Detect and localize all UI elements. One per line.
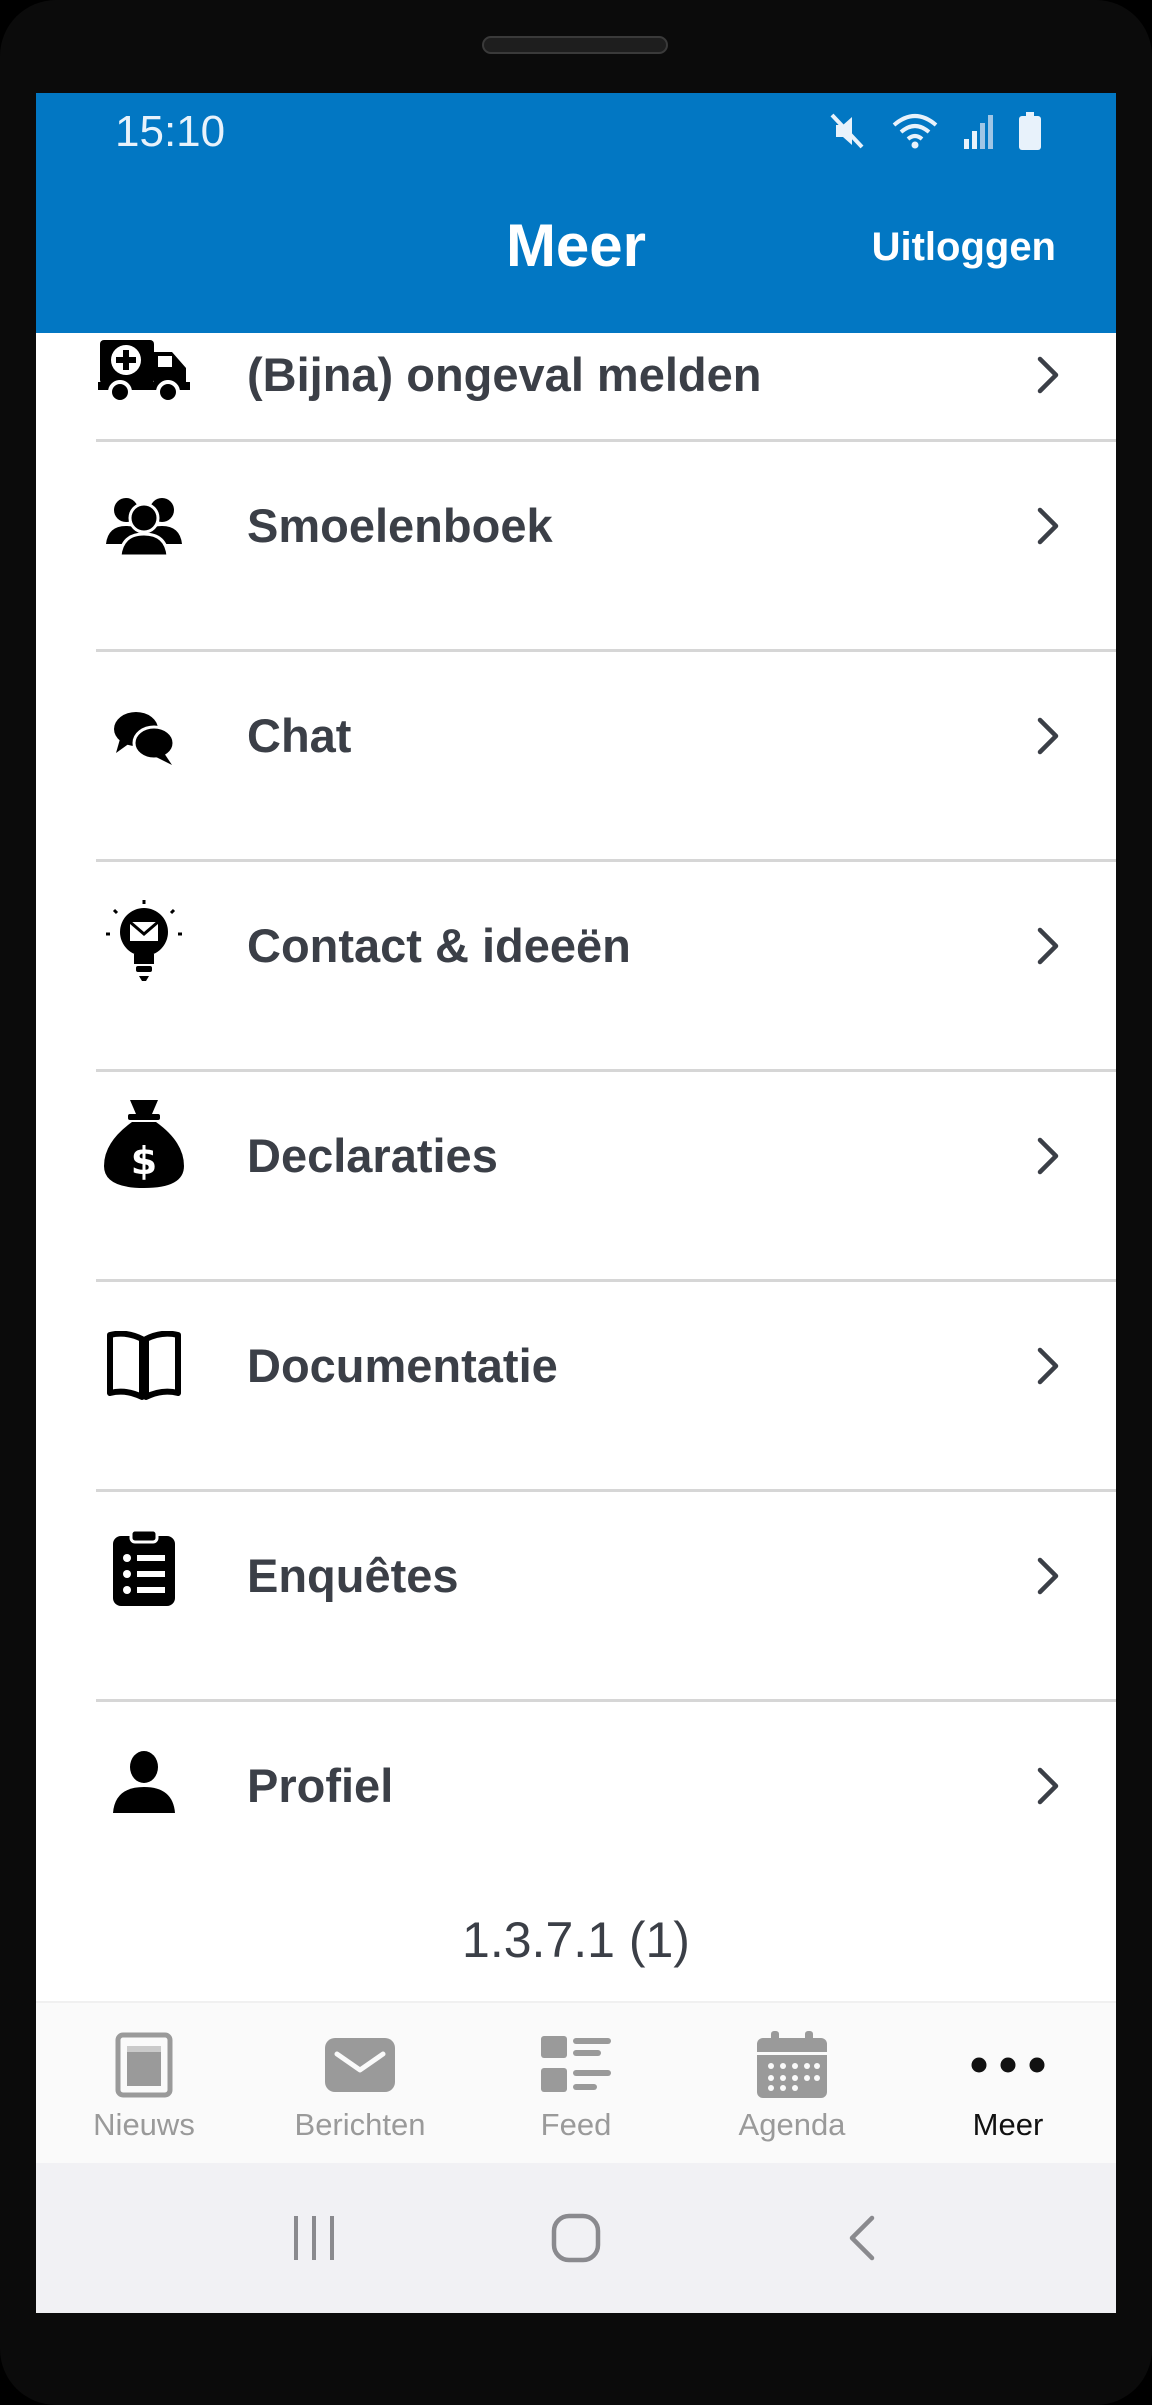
home-button[interactable]: [536, 2203, 616, 2273]
book-icon: [96, 1318, 192, 1414]
signal-icon: [964, 115, 993, 149]
tab-label: Meer: [972, 2107, 1044, 2142]
bottom-tab-bar: Nieuws Berichten Feed Agenda Meer: [36, 2001, 1116, 2163]
more-dots-icon: [968, 2029, 1048, 2101]
battery-icon: [1019, 112, 1041, 150]
chevron-right-icon: [1037, 1557, 1059, 1595]
feed-list-icon: [536, 2029, 616, 2101]
svg-text:$: $: [131, 1139, 157, 1183]
recent-apps-button[interactable]: [274, 2203, 354, 2273]
chevron-right-icon: [1037, 356, 1059, 394]
menu-item-label: Chat: [247, 709, 352, 762]
menu-item-smoelenboek[interactable]: Smoelenboek: [36, 442, 1116, 652]
tab-label: Agenda: [738, 2107, 846, 2142]
app-version: 1.3.7.1 (1): [462, 1912, 690, 1968]
menu-item-label: Documentatie: [247, 1339, 558, 1392]
chevron-right-icon: [1037, 927, 1059, 965]
envelope-icon: [320, 2029, 400, 2101]
menu-item-label: Smoelenboek: [247, 499, 553, 552]
home-icon: [551, 2213, 601, 2263]
status-time: 15:10: [115, 107, 226, 156]
clipboard-list-icon: [96, 1520, 192, 1616]
status-icons: [828, 111, 1042, 151]
menu-item-chat[interactable]: Chat: [36, 652, 1116, 862]
chevron-right-icon: [1037, 507, 1059, 545]
menu-item-contact-ideeen[interactable]: Contact & ideeën: [36, 862, 1116, 1072]
menu-item-label: Contact & ideeën: [247, 919, 631, 972]
back-icon: [849, 2215, 875, 2261]
lightbulb-mail-icon: [96, 892, 192, 988]
chevron-right-icon: [1037, 1347, 1059, 1385]
tab-agenda[interactable]: Agenda: [684, 2003, 900, 2165]
money-bag-icon: $: [96, 1096, 192, 1192]
back-button[interactable]: [822, 2203, 902, 2273]
menu-item-documentatie[interactable]: Documentatie: [36, 1282, 1116, 1492]
menu-item-label: Declaraties: [247, 1129, 498, 1182]
ambulance-icon: [96, 323, 192, 419]
logout-button[interactable]: Uitloggen: [872, 225, 1056, 270]
tab-berichten[interactable]: Berichten: [252, 2003, 468, 2165]
tab-meer[interactable]: Meer: [900, 2003, 1116, 2165]
phone-frame: 15:10 Meer Uitloggen (Bijna) ongeval mel…: [0, 0, 1152, 2405]
tab-feed[interactable]: Feed: [468, 2003, 684, 2165]
tab-label: Berichten: [294, 2107, 426, 2142]
wifi-icon: [892, 114, 938, 149]
menu-item-label: Enquêtes: [247, 1549, 459, 1602]
system-nav-bar: [36, 2163, 1116, 2313]
newspaper-icon: [104, 2029, 184, 2101]
menu-item-declaraties[interactable]: $ Declaraties: [36, 1072, 1116, 1282]
tab-label: Feed: [540, 2107, 612, 2142]
chevron-right-icon: [1037, 1767, 1059, 1805]
menu-item-label: Profiel: [247, 1759, 394, 1812]
menu-item-label: (Bijna) ongeval melden: [247, 348, 762, 401]
phone-speaker: [482, 36, 668, 54]
menu-item-enquetes[interactable]: Enquêtes: [36, 1492, 1116, 1702]
users-icon: [96, 478, 192, 574]
chevron-right-icon: [1037, 1137, 1059, 1175]
tab-nieuws[interactable]: Nieuws: [36, 2003, 252, 2165]
chevron-right-icon: [1037, 717, 1059, 755]
chat-bubbles-icon: [96, 690, 192, 786]
user-icon: [96, 1734, 192, 1830]
app-screen: 15:10 Meer Uitloggen (Bijna) ongeval mel…: [36, 93, 1116, 2313]
mute-icon: [830, 113, 864, 149]
tab-label: Nieuws: [93, 2107, 195, 2142]
recent-apps-icon: [294, 2216, 334, 2260]
calendar-icon: [752, 2029, 832, 2101]
menu-item-profiel[interactable]: Profiel: [36, 1702, 1116, 1872]
